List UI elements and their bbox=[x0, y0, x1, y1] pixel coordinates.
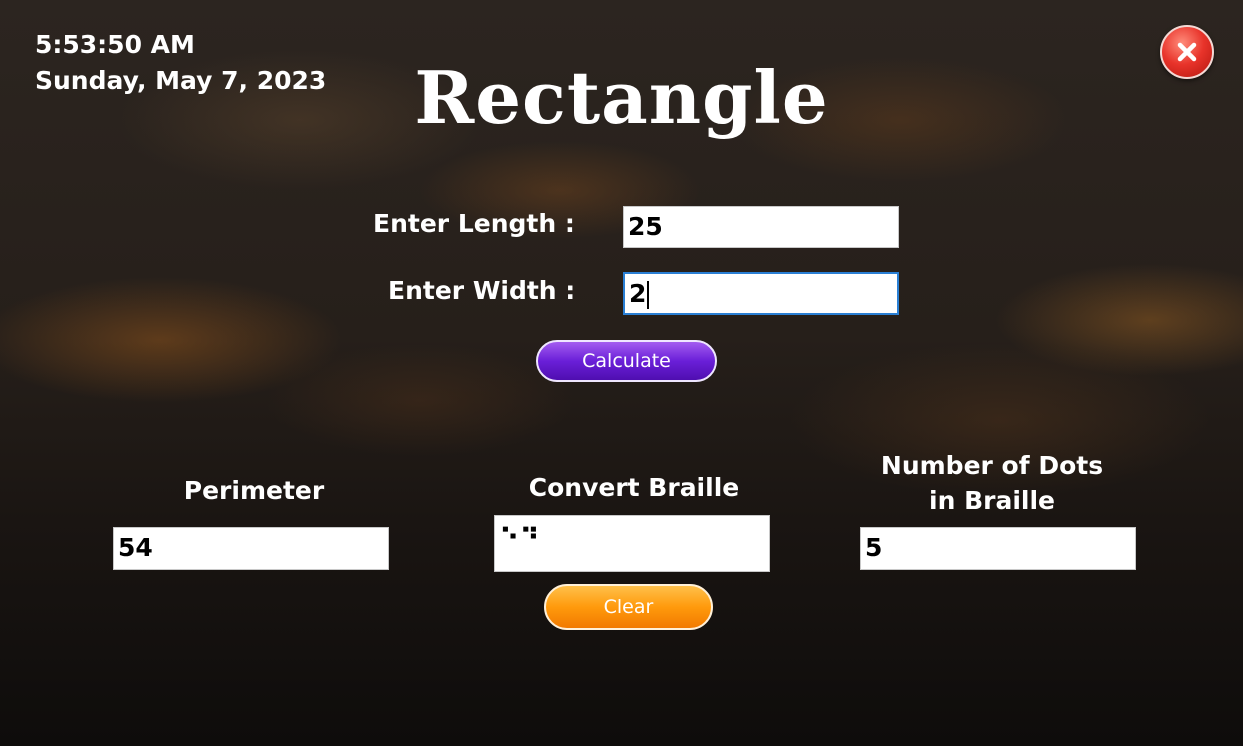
close-icon bbox=[1177, 42, 1197, 62]
dots-label-line1: Number of Dots bbox=[880, 451, 1104, 480]
text-caret bbox=[647, 281, 650, 309]
dots-value: 5 bbox=[865, 533, 883, 562]
perimeter-output[interactable]: 54 bbox=[113, 527, 389, 570]
perimeter-value: 54 bbox=[118, 533, 153, 562]
dots-output[interactable]: 5 bbox=[860, 527, 1136, 570]
clear-button[interactable]: Clear bbox=[544, 584, 713, 630]
width-label: Enter Width : bbox=[388, 276, 576, 305]
length-label: Enter Length : bbox=[373, 209, 575, 238]
length-input-value: 25 bbox=[628, 212, 663, 241]
width-input-value: 2 bbox=[629, 279, 647, 308]
close-button[interactable] bbox=[1160, 25, 1214, 79]
braille-value: ⠑⠙ bbox=[499, 524, 540, 554]
calculate-button[interactable]: Calculate bbox=[536, 340, 717, 382]
page-title: Rectangle bbox=[414, 55, 829, 140]
braille-label: Convert Braille bbox=[528, 473, 740, 502]
width-input[interactable]: 2 bbox=[623, 272, 899, 315]
dots-label: Number of Dots in Braille bbox=[842, 448, 1142, 518]
braille-output[interactable]: ⠑⠙ bbox=[494, 515, 770, 572]
dots-label-line2: in Braille bbox=[929, 486, 1055, 515]
perimeter-label: Perimeter bbox=[183, 476, 325, 505]
length-input[interactable]: 25 bbox=[623, 206, 899, 248]
